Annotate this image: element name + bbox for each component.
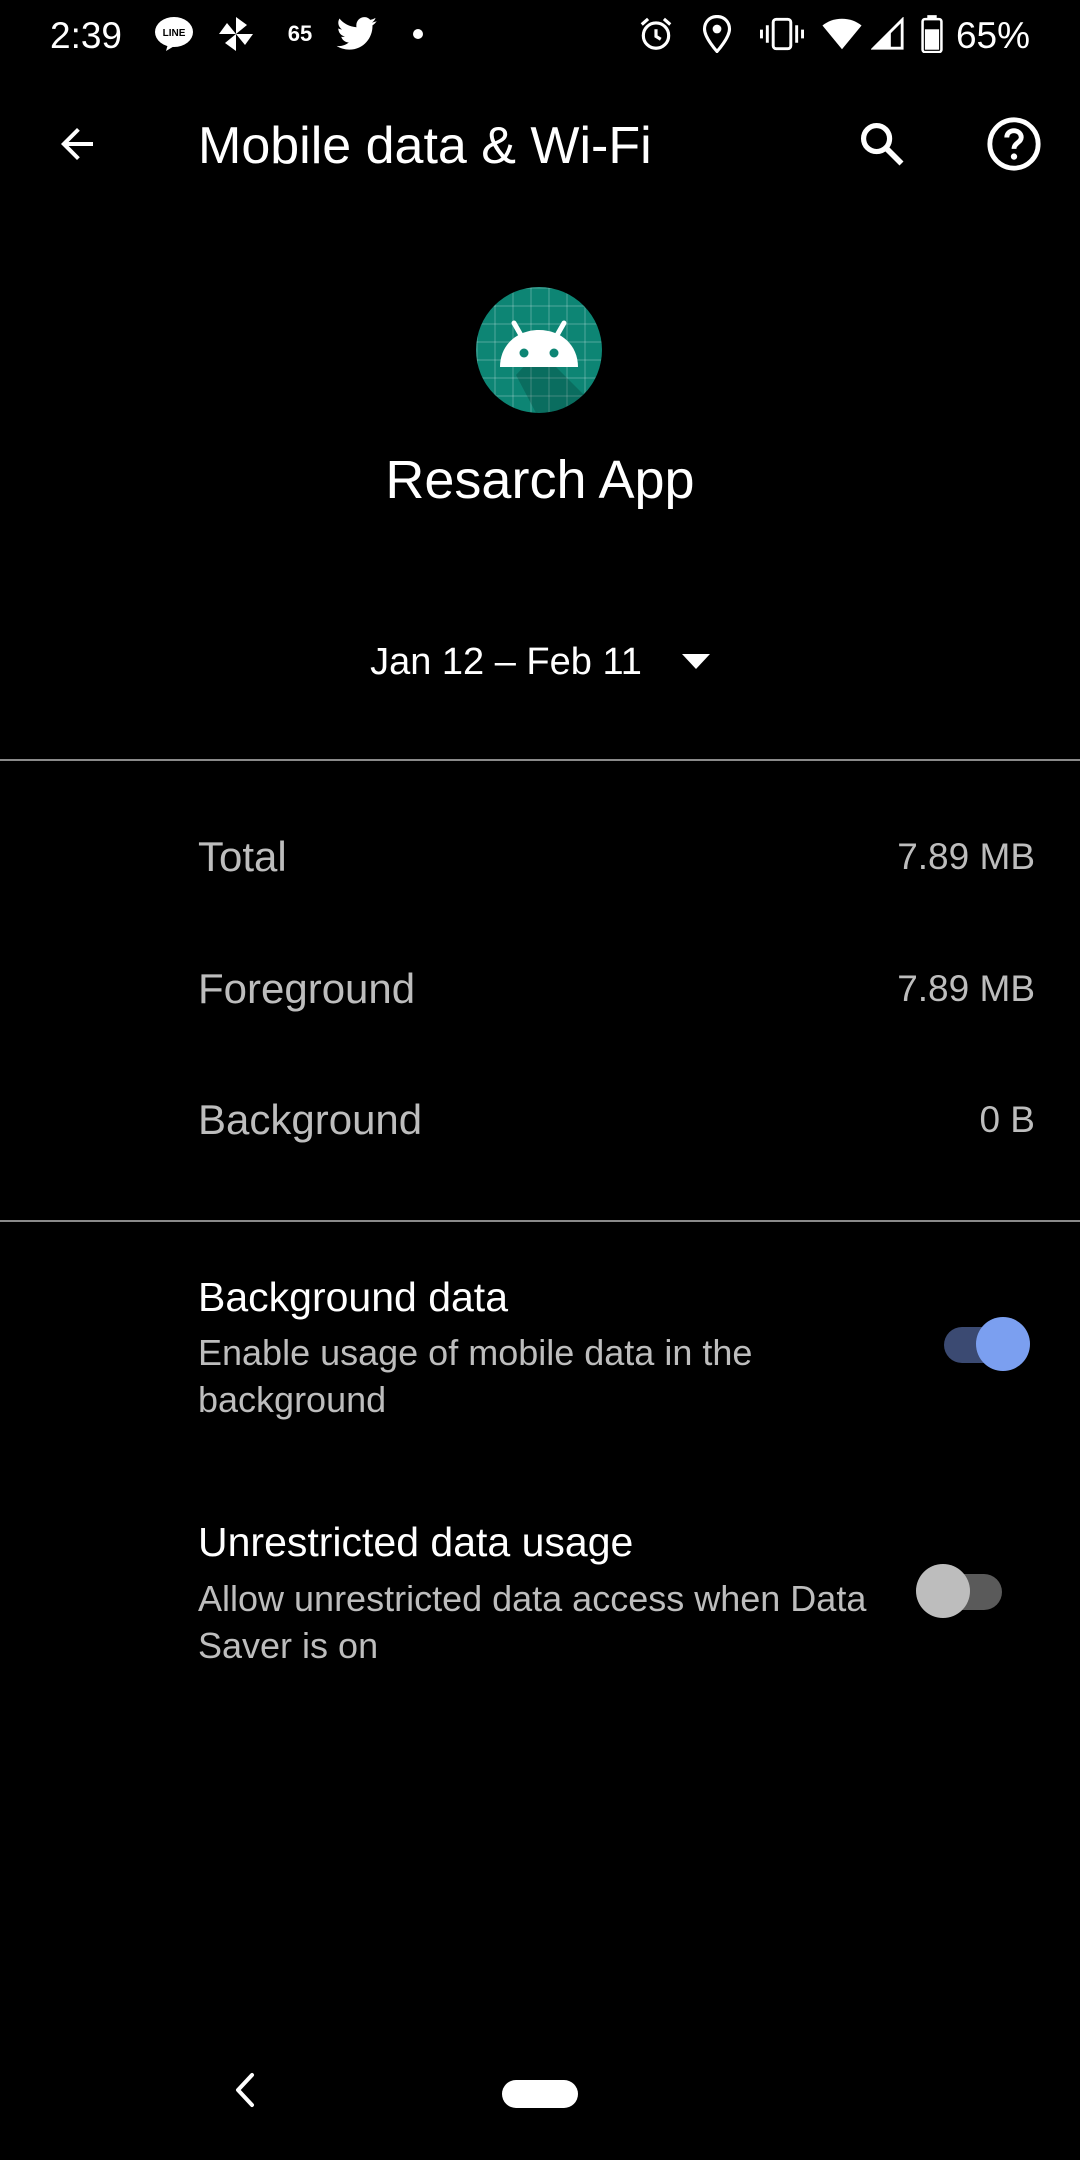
unrestricted-data-toggle[interactable] <box>916 1550 1012 1630</box>
location-icon <box>698 14 736 54</box>
date-range-label: Jan 12 – Feb 11 <box>370 640 642 683</box>
android-icon <box>476 287 602 413</box>
usage-total-label: Total <box>198 833 287 880</box>
pinwheel-icon <box>214 14 258 54</box>
app-name: Resarch App <box>385 450 695 510</box>
pref-background-data-summary: Enable usage of mobile data in the backg… <box>198 1332 753 1420</box>
pref-background-data-title: Background data <box>198 1274 509 1320</box>
search-button[interactable] <box>834 96 930 192</box>
usage-foreground-label: Foreground <box>198 965 416 1012</box>
back-arrow-icon <box>61 128 93 160</box>
notification-badge-count: 65 <box>287 21 313 46</box>
dropdown-arrow-icon <box>681 654 710 669</box>
battery-percent: 65% <box>955 15 1030 56</box>
date-range-selector[interactable]: Jan 12 – Feb 11 <box>0 630 1080 694</box>
nav-back-button[interactable] <box>215 2060 275 2120</box>
alarm-icon <box>636 14 676 54</box>
dot-icon <box>406 14 430 54</box>
usage-background-label: Background <box>198 1096 423 1143</box>
back-button[interactable] <box>29 96 125 192</box>
divider <box>0 1220 1080 1222</box>
twitter-icon <box>334 14 380 54</box>
status-time: 2:39 <box>50 15 123 56</box>
help-button[interactable] <box>966 96 1062 192</box>
line-icon: LINE <box>152 14 196 54</box>
wifi-icon <box>820 14 864 54</box>
vibrate-icon <box>758 14 806 54</box>
pref-unrestricted-data-title: Unrestricted data usage <box>198 1519 634 1565</box>
battery-icon <box>918 14 946 54</box>
usage-background-value: 0 B <box>979 1099 1035 1140</box>
help-icon <box>987 117 1041 171</box>
divider <box>0 759 1080 761</box>
page-title: Mobile data & Wi-Fi <box>198 117 652 175</box>
home-pill-icon[interactable] <box>502 2080 578 2108</box>
background-data-toggle[interactable] <box>934 1303 1030 1383</box>
toggle-thumb <box>976 1317 1030 1371</box>
pref-unrestricted-data-summary: Allow unrestricted data access when Data… <box>198 1578 867 1666</box>
search-icon <box>860 122 904 166</box>
svg-text:LINE: LINE <box>163 28 186 39</box>
signal-icon <box>868 14 908 54</box>
usage-total-value: 7.89 MB <box>897 836 1035 877</box>
usage-foreground-value: 7.89 MB <box>897 968 1035 1009</box>
toggle-thumb <box>916 1564 970 1618</box>
nav-back-icon <box>236 2073 254 2107</box>
